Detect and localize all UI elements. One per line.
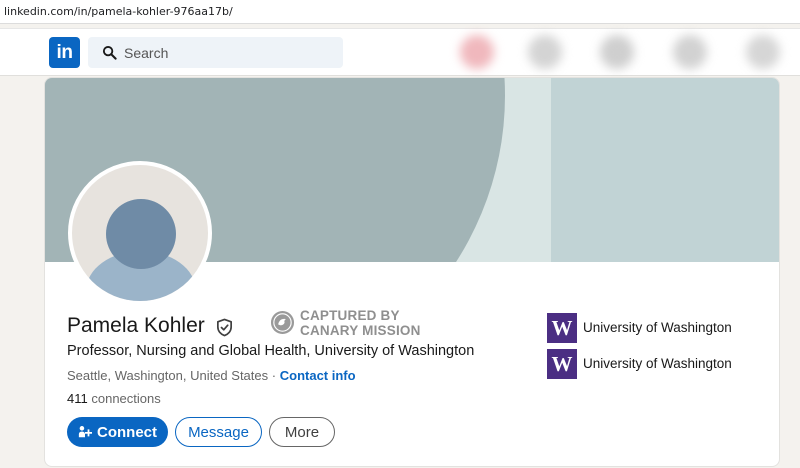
profile-location: Seattle, Washington, United States xyxy=(67,368,269,383)
url-text: linkedin.com/in/pamela-kohler-976aa17b/ xyxy=(4,5,233,18)
location-row: Seattle, Washington, United States · Con… xyxy=(67,368,356,383)
nav-item-blurred[interactable] xyxy=(746,35,780,69)
profile-card: Pamela Kohler CAPTURED BY CANARY MISSION… xyxy=(44,77,780,467)
avatar-head-shape xyxy=(106,199,176,269)
canary-bird-icon xyxy=(270,310,295,335)
university-logo: W xyxy=(547,313,577,343)
message-button[interactable]: Message xyxy=(175,417,262,447)
nav-item-blurred[interactable] xyxy=(528,35,562,69)
profile-headline: Professor, Nursing and Global Health, Un… xyxy=(67,343,475,359)
shield-check-icon[interactable] xyxy=(215,318,234,337)
stamp-line-1: CAPTURED BY xyxy=(300,308,400,323)
linkedin-logo[interactable]: in xyxy=(49,37,80,68)
org-name: University of Washington xyxy=(583,356,732,371)
org-name: University of Washington xyxy=(583,320,732,335)
connect-button-label: Connect xyxy=(97,423,157,441)
nav-item-blurred[interactable] xyxy=(600,35,634,69)
connections-link[interactable]: 411 connections xyxy=(67,391,161,406)
nav-item-blurred[interactable] xyxy=(673,35,707,69)
separator-dot: · xyxy=(271,368,277,383)
stamp-line-2: CANARY MISSION xyxy=(300,323,421,338)
search-input[interactable] xyxy=(124,37,334,68)
top-navbar: in xyxy=(0,28,800,76)
connect-button[interactable]: Connect xyxy=(67,417,168,447)
contact-info-link[interactable]: Contact info xyxy=(280,368,356,383)
nav-item-blurred[interactable] xyxy=(460,35,494,69)
add-person-icon xyxy=(78,426,92,438)
connections-count: 411 xyxy=(67,391,88,406)
university-logo: W xyxy=(547,349,577,379)
profile-avatar[interactable] xyxy=(68,161,212,305)
browser-url-bar[interactable]: linkedin.com/in/pamela-kohler-976aa17b/ xyxy=(0,0,800,24)
search-bar[interactable] xyxy=(88,37,343,68)
more-button[interactable]: More xyxy=(269,417,335,447)
search-icon xyxy=(102,45,117,60)
profile-name: Pamela Kohler xyxy=(67,314,205,337)
connections-label: connections xyxy=(91,391,161,406)
